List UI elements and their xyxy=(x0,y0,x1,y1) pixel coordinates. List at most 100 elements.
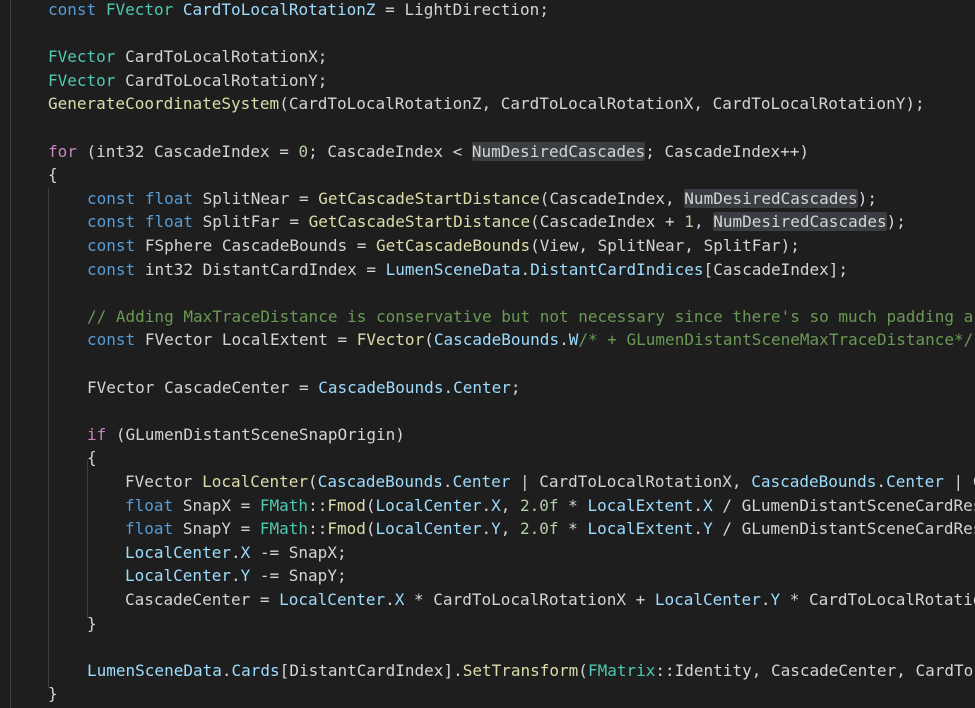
code-token: 1 xyxy=(684,212,694,232)
code-token: 2.0f xyxy=(520,495,559,515)
code-token: Y xyxy=(240,566,251,586)
code-token: , xyxy=(751,660,771,680)
code-token: . xyxy=(481,519,492,539)
code-token: * xyxy=(780,590,810,609)
code-token: CascadeBounds xyxy=(318,377,444,397)
code-token: const xyxy=(87,330,136,350)
code-token: GetCascadeStartDistance xyxy=(308,212,531,232)
code-line[interactable]: const float SplitNear = GetCascadeStartD… xyxy=(87,187,877,211)
code-token: CardToLocalRotationY xyxy=(712,94,906,114)
code-token: CascadeCenter xyxy=(164,377,290,397)
code-token: * xyxy=(558,519,588,539)
code-token: CardTo xyxy=(915,660,974,680)
code-token: = xyxy=(327,330,357,350)
code-token: LocalExtent xyxy=(221,330,328,350)
code-line[interactable]: const FVector LocalExtent = FVector(Casc… xyxy=(87,328,975,352)
code-token: ( xyxy=(530,236,540,255)
code-token: ; xyxy=(645,141,665,161)
code-token: for xyxy=(48,141,77,161)
code-line[interactable]: FVector CardToLocalRotationY; xyxy=(48,69,327,93)
code-token: CascadeIndex xyxy=(549,188,666,208)
code-line[interactable]: LocalCenter.X -= SnapX; xyxy=(125,541,347,565)
code-line[interactable]: GenerateCoordinateSystem(CardToLocalRota… xyxy=(48,92,925,116)
code-token: NumDesiredCascades xyxy=(684,188,858,208)
code-token: = xyxy=(230,519,260,539)
code-token: float xyxy=(125,519,174,539)
code-token: X xyxy=(394,590,405,609)
code-editor[interactable]: const FVector CardToLocalRotationZ = Lig… xyxy=(0,0,975,708)
code-token: 0 xyxy=(298,141,309,161)
code-token: int32 xyxy=(96,141,145,161)
code-token: GLumenDistantSceneSnapOrigin xyxy=(125,424,396,444)
code-line[interactable]: FVector LocalCenter(CascadeBounds.Center… xyxy=(125,470,975,494)
code-token: ( xyxy=(279,94,289,114)
code-line[interactable]: const int32 DistantCardIndex = LumenScen… xyxy=(87,258,848,282)
code-line[interactable]: } xyxy=(87,612,97,636)
code-token: CascadeBounds xyxy=(751,472,877,491)
code-token: CardToLocalRotationY xyxy=(125,70,318,90)
code-token: LumenSceneData xyxy=(385,259,521,279)
code-token: const xyxy=(87,236,136,255)
code-token: DistantCardIndex xyxy=(202,259,357,279)
code-token: FVector xyxy=(356,330,425,350)
code-token: FMath xyxy=(259,519,309,539)
code-token: . xyxy=(876,472,887,491)
code-line[interactable]: } xyxy=(48,682,58,706)
code-line[interactable]: for (int32 CascadeIndex = 0; CascadeInde… xyxy=(48,140,809,164)
code-line[interactable]: CascadeCenter = LocalCenter.X * CardToLo… xyxy=(125,588,975,612)
code-token: Y xyxy=(770,590,781,609)
code-token: ]. xyxy=(443,660,463,680)
code-token: Fmod xyxy=(327,495,366,515)
code-line[interactable]: const FVector CardToLocalRotationZ = Lig… xyxy=(48,0,549,22)
code-line[interactable]: FVector CascadeCenter = CascadeBounds.Ce… xyxy=(87,376,521,400)
code-token: ( xyxy=(539,188,550,208)
code-token: ( xyxy=(76,141,97,161)
code-token: GetCascadeBounds xyxy=(376,236,531,255)
code-token: CardToLocalRotationX xyxy=(125,47,318,67)
code-token: CascadeCenter xyxy=(770,660,897,680)
code-token: } xyxy=(48,684,58,704)
code-line[interactable]: // Adding MaxTraceDistance is conservati… xyxy=(87,305,975,329)
code-token: float xyxy=(144,188,193,208)
code-token: ( xyxy=(106,424,126,444)
code-token: const xyxy=(48,0,97,19)
code-token: GLumenDistantSceneCardRes xyxy=(741,519,975,539)
code-token: , xyxy=(684,236,704,255)
code-token: const xyxy=(87,188,136,208)
code-token: , xyxy=(731,472,752,491)
code-token: ; xyxy=(336,542,347,562)
code-line[interactable]: float SnapX = FMath::Fmod(LocalCenter.X,… xyxy=(125,494,975,518)
code-line[interactable]: LumenSceneData.Cards[DistantCardIndex].S… xyxy=(87,659,973,683)
code-line[interactable]: const float SplitFar = GetCascadeStartDi… xyxy=(87,210,906,234)
code-line[interactable]: { xyxy=(48,163,58,187)
code-token: // Adding MaxTraceDistance is conservati… xyxy=(87,306,975,326)
code-token: * xyxy=(404,590,434,609)
code-line[interactable]: FVector CardToLocalRotationX; xyxy=(48,45,327,69)
code-token: Y xyxy=(491,519,501,539)
code-line[interactable]: const FSphere CascadeBounds = GetCascade… xyxy=(87,234,800,258)
code-token: = xyxy=(250,590,280,609)
code-line[interactable]: if (GLumenDistantSceneSnapOrigin) xyxy=(87,423,405,447)
code-token: -= xyxy=(250,566,289,586)
code-line[interactable]: LocalCenter.Y -= SnapY; xyxy=(125,564,347,588)
code-token: SnapY xyxy=(182,519,231,539)
code-line[interactable]: { xyxy=(87,446,97,470)
code-token: . xyxy=(230,566,241,586)
code-token: / xyxy=(712,495,742,515)
code-token: float xyxy=(125,495,174,515)
code-token: CascadeIndex xyxy=(327,141,443,161)
code-token: } xyxy=(87,613,97,633)
code-token: CascadeBounds xyxy=(221,236,348,255)
code-token: LocalExtent xyxy=(587,495,694,515)
code-token: Fmod xyxy=(327,519,366,539)
code-line[interactable]: float SnapY = FMath::Fmod(LocalCenter.Y,… xyxy=(125,517,975,541)
code-token: GLumenDistantSceneCardRes xyxy=(741,495,975,515)
